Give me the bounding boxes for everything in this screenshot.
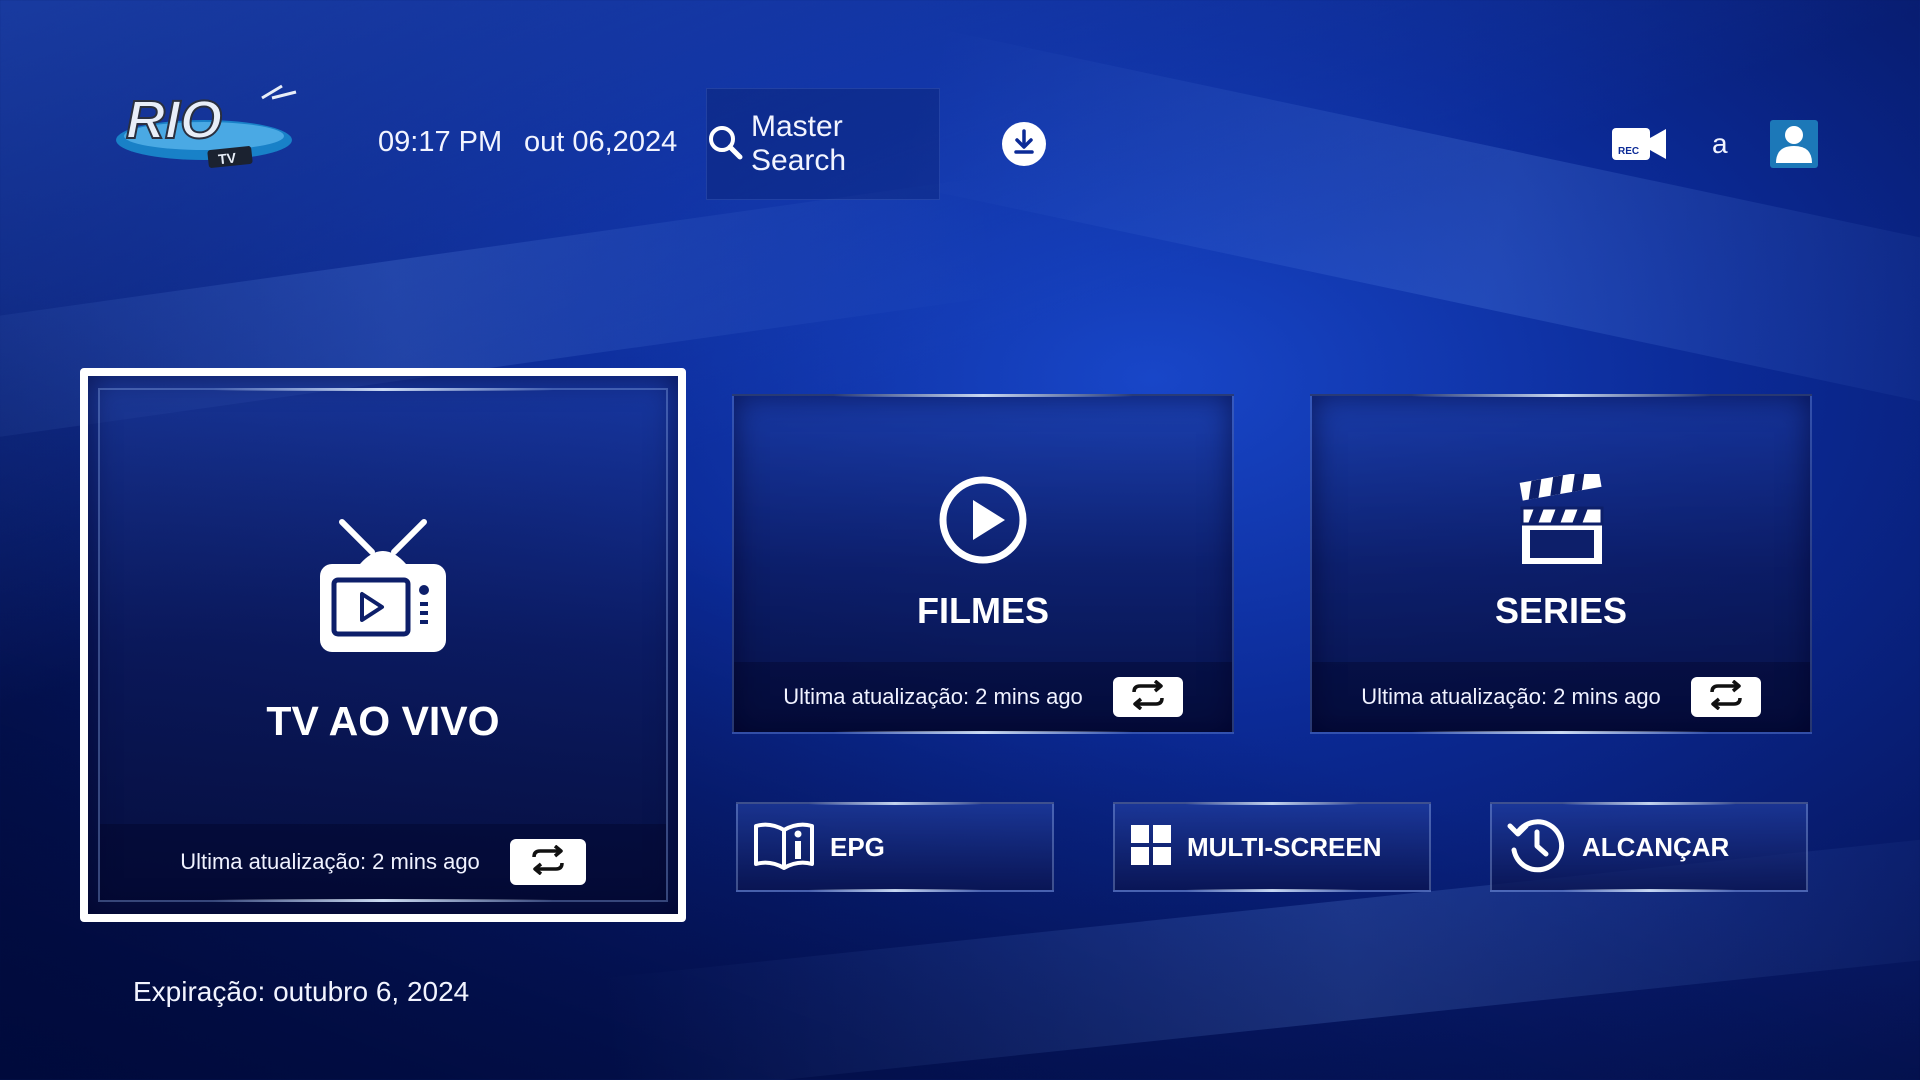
clock-time: 09:17 PM — [378, 126, 503, 158]
movies-update-text: Ultima atualização: 2 mins ago — [783, 684, 1083, 709]
tv-icon — [316, 518, 450, 663]
catchup-button[interactable]: ALCANÇAR — [1490, 802, 1808, 892]
recordings-button[interactable]: REC — [1610, 126, 1668, 162]
series-update-text: Ultima atualização: 2 mins ago — [1361, 684, 1661, 709]
refresh-icon — [1128, 679, 1168, 715]
series-refresh-button[interactable] — [1690, 677, 1761, 717]
epg-label: EPG — [830, 831, 885, 862]
clock-date: out 06,2024 — [524, 126, 678, 158]
live-tv-update-text: Ultima atualização: 2 mins ago — [180, 849, 480, 874]
multi-screen-button[interactable]: MULTI-SCREEN — [1113, 802, 1431, 892]
epg-button[interactable]: EPG — [736, 802, 1054, 892]
grid-icon — [1129, 823, 1173, 872]
catchup-label: ALCANÇAR — [1582, 831, 1730, 862]
movies-refresh-button[interactable] — [1112, 677, 1183, 717]
live-tv-footer: Ultima atualização: 2 mins ago — [100, 824, 666, 900]
multi-screen-label: MULTI-SCREEN — [1187, 831, 1382, 862]
logo-text: RIO — [126, 90, 222, 150]
username: a — [1712, 128, 1728, 159]
camera-rec-icon: REC — [1610, 128, 1668, 166]
user-icon — [1774, 121, 1814, 168]
movies-card[interactable]: FILMES Ultima atualização: 2 mins ago — [732, 394, 1234, 734]
live-tv-title: TV AO VIVO — [266, 698, 500, 744]
download-button[interactable] — [1002, 122, 1046, 166]
series-footer: Ultima atualização: 2 mins ago — [1312, 662, 1810, 732]
live-tv-card[interactable]: TV AO VIVO Ultima atualização: 2 mins ag… — [80, 368, 686, 922]
play-circle-icon — [937, 474, 1029, 571]
series-card[interactable]: SERIES Ultima atualização: 2 mins ago — [1310, 394, 1812, 734]
refresh-icon — [1706, 679, 1746, 715]
history-icon — [1506, 814, 1568, 881]
book-info-icon — [752, 820, 816, 875]
logo-subtext: TV — [217, 149, 237, 167]
search-label: Master Search — [751, 110, 847, 177]
profile-button[interactable] — [1770, 120, 1818, 168]
movies-title: FILMES — [917, 590, 1049, 631]
expiration-text: Expiração: outubro 6, 2024 — [133, 976, 470, 1007]
background-beam — [896, 27, 1920, 433]
refresh-icon — [528, 844, 568, 880]
search-icon — [707, 124, 743, 165]
live-tv-card-inner: TV AO VIVO Ultima atualização: 2 mins ag… — [98, 388, 668, 902]
download-icon — [1009, 127, 1039, 162]
clapperboard-icon — [1516, 469, 1606, 571]
master-search-button[interactable]: Master Search — [706, 88, 940, 200]
movies-footer: Ultima atualização: 2 mins ago — [734, 662, 1232, 732]
series-title: SERIES — [1494, 590, 1628, 631]
live-tv-refresh-button[interactable] — [509, 839, 586, 885]
app-logo: RIO TV — [112, 78, 302, 174]
rec-label: REC — [1618, 146, 1639, 157]
